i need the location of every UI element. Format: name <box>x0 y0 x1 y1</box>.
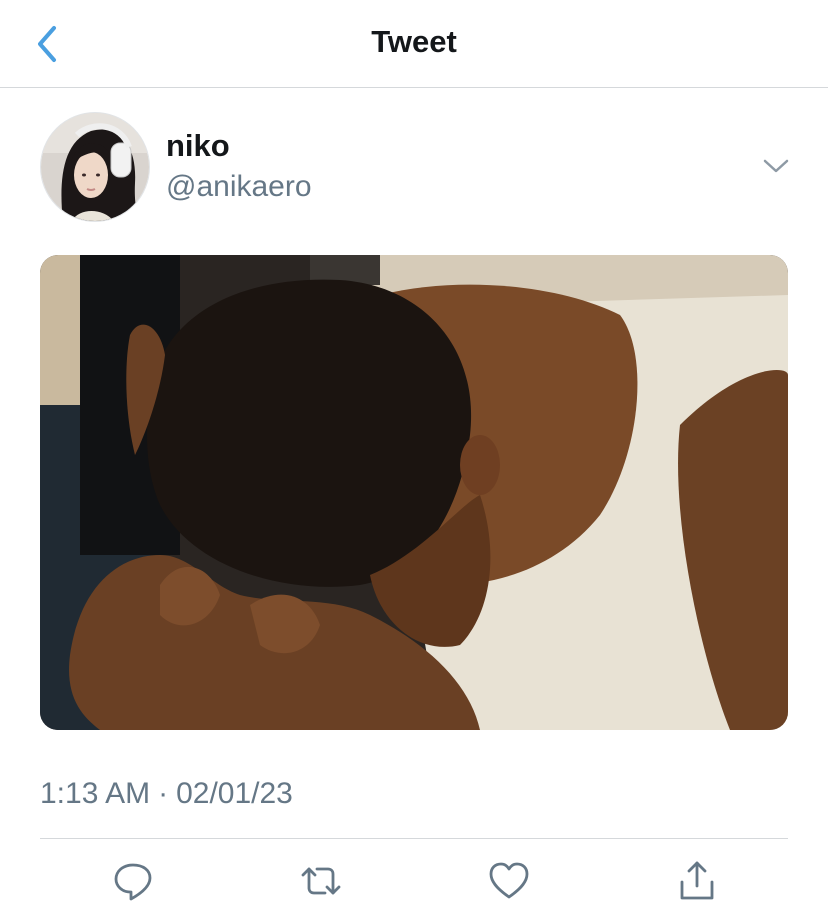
tweet-time: 1:13 AM <box>40 777 151 810</box>
timestamp-separator: · <box>158 777 169 810</box>
navigation-header: Tweet <box>0 0 828 88</box>
chevron-down-icon <box>763 159 789 173</box>
tweet-media-image[interactable] <box>40 255 788 730</box>
divider <box>40 838 788 839</box>
tweet-timestamp: 1:13 AM · 02/01/23 <box>40 777 293 811</box>
author-display-name[interactable]: niko <box>166 128 230 164</box>
reply-button[interactable] <box>110 858 156 904</box>
avatar-photo <box>41 113 149 221</box>
retweet-button[interactable] <box>298 858 344 904</box>
tweet-date: 02/01/23 <box>176 777 293 810</box>
page-title: Tweet <box>371 24 457 59</box>
like-button[interactable] <box>486 858 532 904</box>
reply-icon <box>114 863 152 901</box>
avatar[interactable] <box>40 112 150 222</box>
tweet-detail-screen: Tweet niko @anikaero 1:13 AM · 02/01/23 <box>0 0 828 919</box>
share-icon <box>680 861 714 900</box>
author-handle[interactable]: @anikaero <box>166 170 312 204</box>
share-button[interactable] <box>674 858 720 904</box>
like-icon <box>489 862 529 899</box>
retweet-icon <box>301 867 341 895</box>
more-options-button[interactable] <box>760 150 792 182</box>
photo-media <box>40 255 788 730</box>
